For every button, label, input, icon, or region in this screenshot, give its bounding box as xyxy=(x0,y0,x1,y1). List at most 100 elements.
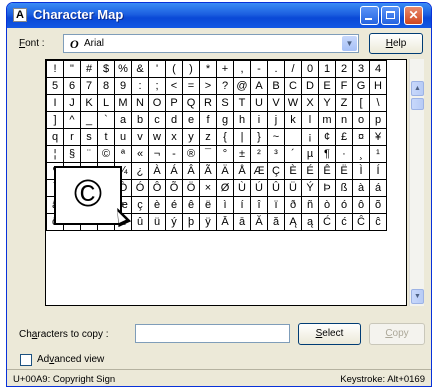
character-cell[interactable]: - xyxy=(250,60,268,78)
advanced-view-label[interactable]: Advanced view xyxy=(37,354,104,365)
character-cell[interactable]: t xyxy=(97,128,115,146)
character-cell[interactable]: y xyxy=(182,128,200,146)
character-cell[interactable]: ( xyxy=(165,60,183,78)
character-cell[interactable]: ï xyxy=(267,196,285,214)
character-cell[interactable]: h xyxy=(233,111,251,129)
character-cell[interactable]: ) xyxy=(182,60,200,78)
character-cell[interactable]: ¤ xyxy=(352,128,370,146)
character-cell[interactable]: z xyxy=(199,128,217,146)
character-cell[interactable]: Ý xyxy=(301,179,319,197)
select-button[interactable]: Select xyxy=(298,323,361,345)
character-cell[interactable]: D xyxy=(301,77,319,95)
character-cell[interactable]: Ą xyxy=(284,213,302,231)
character-cell[interactable]: o xyxy=(352,111,370,129)
character-cell[interactable]: $ xyxy=(97,60,115,78)
character-cell[interactable]: K xyxy=(80,94,98,112)
character-cell[interactable]: r xyxy=(63,128,81,146)
character-cell[interactable]: Ā xyxy=(216,213,234,231)
character-cell[interactable]: E xyxy=(318,77,336,95)
character-cell[interactable]: Y xyxy=(318,94,336,112)
character-cell[interactable]: ¹ xyxy=(369,145,387,163)
character-cell[interactable]: ~ xyxy=(267,128,285,146)
character-cell[interactable]: Â xyxy=(182,162,200,180)
character-cell[interactable]: e xyxy=(182,111,200,129)
character-cell[interactable]: , xyxy=(233,60,251,78)
character-cell[interactable]: À xyxy=(148,162,166,180)
character-cell[interactable]: ñ xyxy=(301,196,319,214)
character-cell[interactable]: ^ xyxy=(63,111,81,129)
character-cell[interactable]: @ xyxy=(233,77,251,95)
character-cell[interactable]: - xyxy=(165,145,183,163)
character-cell[interactable]: P xyxy=(165,94,183,112)
character-cell[interactable]: k xyxy=(284,111,302,129)
character-cell[interactable]: / xyxy=(284,60,302,78)
character-cell[interactable]: ë xyxy=(199,196,217,214)
character-cell[interactable]: ± xyxy=(233,145,251,163)
vertical-scrollbar[interactable]: ▲ ▼ xyxy=(409,59,424,306)
title-bar[interactable]: A Character Map ✕ xyxy=(7,3,431,28)
character-cell[interactable]: Ø xyxy=(216,179,234,197)
character-cell[interactable]: Ê xyxy=(318,162,336,180)
character-cell[interactable]: a xyxy=(114,111,132,129)
character-cell[interactable]: 8 xyxy=(97,77,115,95)
character-cell[interactable]: Ă xyxy=(250,213,268,231)
character-cell[interactable]: õ xyxy=(369,196,387,214)
character-cell[interactable]: | xyxy=(233,128,251,146)
character-cell[interactable]: " xyxy=(63,60,81,78)
character-cell[interactable]: ð xyxy=(284,196,302,214)
character-cell[interactable]: 5 xyxy=(46,77,64,95)
character-cell[interactable]: X xyxy=(301,94,319,112)
character-cell[interactable]: Þ xyxy=(318,179,336,197)
character-cell[interactable]: 4 xyxy=(369,60,387,78)
character-cell[interactable]: ² xyxy=(250,145,268,163)
character-cell[interactable]: ì xyxy=(216,196,234,214)
character-cell[interactable]: à xyxy=(352,179,370,197)
character-cell[interactable]: Ĉ xyxy=(352,213,370,231)
character-cell[interactable]: ' xyxy=(148,60,166,78)
character-cell[interactable]: § xyxy=(63,145,81,163)
character-cell[interactable]: ă xyxy=(267,213,285,231)
character-cell[interactable]: Ó xyxy=(131,179,149,197)
character-cell[interactable]: « xyxy=(131,145,149,163)
character-cell[interactable]: Ì xyxy=(352,162,370,180)
character-cell[interactable]: ° xyxy=(216,145,234,163)
character-cell[interactable]: & xyxy=(131,60,149,78)
character-cell[interactable]: µ xyxy=(301,145,319,163)
character-cell[interactable]: ` xyxy=(97,111,115,129)
character-cell[interactable]: j xyxy=(267,111,285,129)
character-cell[interactable]: Í xyxy=(369,162,387,180)
character-cell[interactable]: ć xyxy=(335,213,353,231)
character-cell[interactable]: ! xyxy=(46,60,64,78)
character-cell[interactable]: Ã xyxy=(199,162,217,180)
scroll-up-button[interactable]: ▲ xyxy=(411,81,424,96)
character-cell[interactable]: · xyxy=(335,145,353,163)
character-cell[interactable]: ¸ xyxy=(352,145,370,163)
help-button[interactable]: Help xyxy=(369,33,423,54)
character-cell[interactable]: [ xyxy=(352,94,370,112)
character-cell[interactable]: Ô xyxy=(148,179,166,197)
character-cell[interactable]: U xyxy=(250,94,268,112)
character-cell[interactable]: . xyxy=(267,60,285,78)
character-cell[interactable]: 1 xyxy=(318,60,336,78)
character-cell[interactable]: ā xyxy=(233,213,251,231)
character-cell[interactable]: I xyxy=(46,94,64,112)
character-cell[interactable]: Ú xyxy=(250,179,268,197)
character-cell[interactable]: á xyxy=(369,179,387,197)
character-cell[interactable]: 6 xyxy=(63,77,81,95)
character-cell[interactable]: # xyxy=(80,60,98,78)
character-cell[interactable]: Ü xyxy=(284,179,302,197)
font-select[interactable]: O Arial ▼ xyxy=(63,34,359,53)
character-cell[interactable]: é xyxy=(165,196,183,214)
maximize-button[interactable] xyxy=(381,6,400,25)
character-cell[interactable]: ą xyxy=(301,213,319,231)
character-cell[interactable]: ¦ xyxy=(46,145,64,163)
character-cell[interactable]: ¨ xyxy=(80,145,98,163)
character-cell[interactable]: ¶ xyxy=(318,145,336,163)
character-cell[interactable]: * xyxy=(199,60,217,78)
character-cell[interactable]: w xyxy=(148,128,166,146)
character-cell[interactable]: þ xyxy=(182,213,200,231)
character-cell[interactable]: © xyxy=(97,145,115,163)
character-cell[interactable]: Õ xyxy=(165,179,183,197)
copy-button[interactable]: Copy xyxy=(369,323,425,345)
character-cell[interactable]: ê xyxy=(182,196,200,214)
